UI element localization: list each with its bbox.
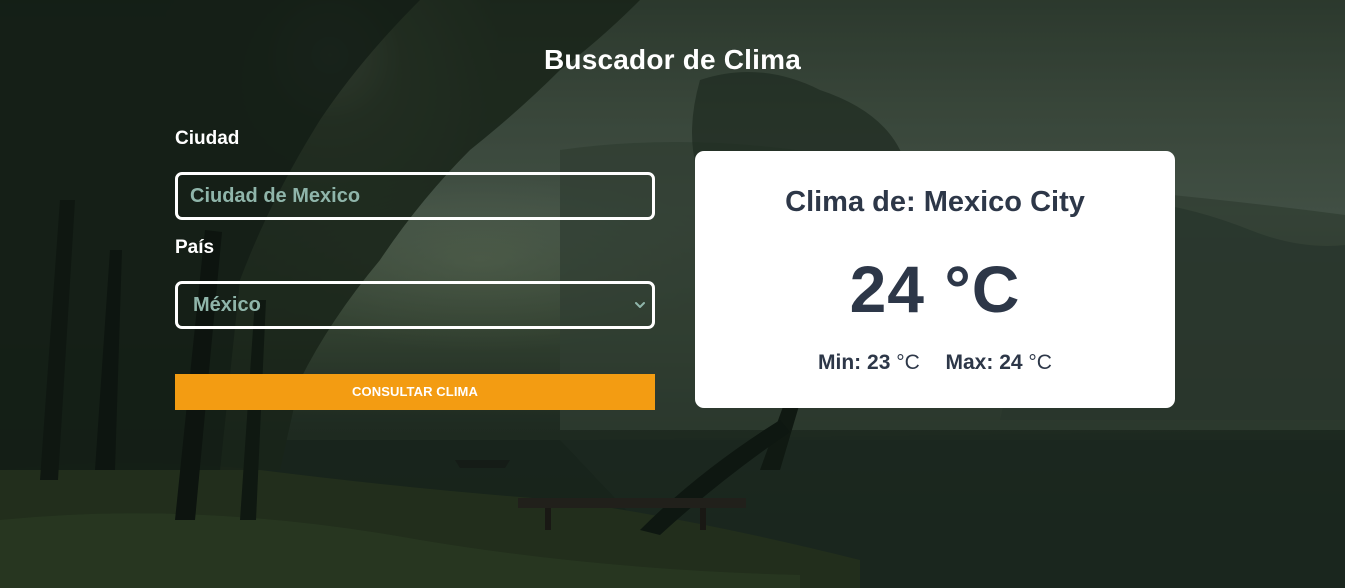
country-select[interactable]: México <box>175 281 655 329</box>
min-value: 23 <box>867 351 891 374</box>
min-unit: °C <box>896 351 920 374</box>
max-label: Max: <box>945 351 994 374</box>
city-label: Ciudad <box>175 128 240 149</box>
max-value: 24 <box>999 351 1023 374</box>
weather-search-form: Ciudad Ciudad de Mexico País México CONS… <box>175 128 655 410</box>
chevron-down-icon <box>635 302 645 308</box>
city-input-value: Ciudad de Mexico <box>190 184 361 207</box>
current-temperature: 24 °C <box>849 252 1021 326</box>
result-heading: Clima de: Mexico City <box>785 186 1085 218</box>
city-input[interactable]: Ciudad de Mexico <box>175 172 655 220</box>
country-select-value: México <box>193 293 261 316</box>
max-unit: °C <box>1028 351 1052 374</box>
min-label: Min: <box>818 351 862 374</box>
background-photo: Buscador de Clima Ciudad Ciudad de Mexic… <box>0 0 1345 588</box>
page-title: Buscador de Clima <box>543 44 802 75</box>
weather-result-card: Clima de: Mexico City 24 °C Min: 23 °C M… <box>695 151 1175 408</box>
consult-weather-button[interactable]: CONSULTAR CLIMA <box>175 374 655 410</box>
min-max-temperatures: Min: 23 °C Max: 24 °C <box>695 351 1175 375</box>
country-label: País <box>175 237 215 258</box>
